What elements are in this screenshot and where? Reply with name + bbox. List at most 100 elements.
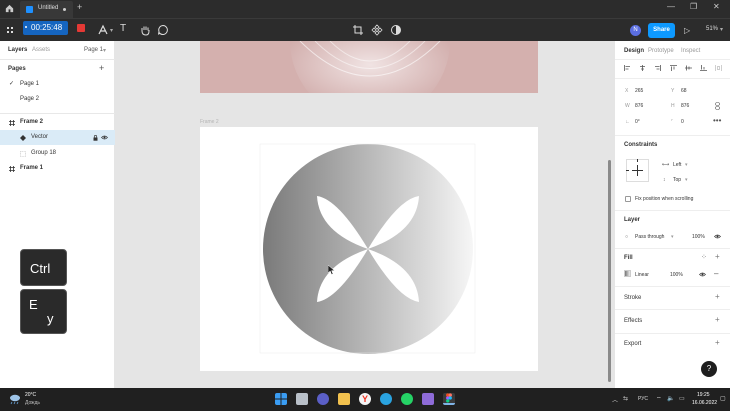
maximize-icon[interactable]: ❐ xyxy=(690,2,697,11)
align-top-icon[interactable] xyxy=(670,65,677,71)
tab-design[interactable]: Design xyxy=(624,48,644,54)
add-export-icon[interactable]: + xyxy=(715,338,720,347)
more-options-icon[interactable]: ••• xyxy=(713,116,721,125)
stop-recording-icon[interactable] xyxy=(77,24,85,32)
key-label: E xyxy=(29,297,38,312)
page-item-label: Page 2 xyxy=(20,96,40,102)
add-fill-icon[interactable]: + xyxy=(715,252,720,261)
layer-row[interactable]: Frame 2 xyxy=(0,115,115,130)
layer-label: Frame 2 xyxy=(20,119,44,125)
align-right-icon[interactable] xyxy=(654,65,661,71)
file-explorer-icon[interactable] xyxy=(338,393,350,405)
constraint-v-select[interactable]: Top xyxy=(673,177,681,183)
text-tool-icon[interactable]: T xyxy=(120,23,132,35)
canvas[interactable]: Frame 2 xyxy=(116,41,614,388)
styles-grid-icon[interactable]: ⁘ xyxy=(701,253,707,261)
distribute-icon[interactable] xyxy=(715,65,722,71)
tab-assets[interactable]: Assets xyxy=(32,47,50,53)
corner-radius-field[interactable]: 0 xyxy=(681,119,684,125)
home-icon[interactable] xyxy=(4,3,15,14)
add-stroke-icon[interactable]: + xyxy=(715,292,720,301)
align-bottom-icon[interactable] xyxy=(700,65,707,71)
chat-icon[interactable] xyxy=(317,393,329,405)
minimize-icon[interactable]: — xyxy=(667,2,675,11)
page-selector[interactable]: Page 1 xyxy=(84,47,103,53)
zoom-dropdown-icon[interactable]: ▾ xyxy=(720,26,723,33)
battery-icon[interactable]: ▭ xyxy=(679,395,685,402)
unsaved-dot-icon xyxy=(63,8,66,11)
volume-icon[interactable]: 🔈 xyxy=(667,395,674,402)
windows-start-icon[interactable] xyxy=(275,393,287,405)
whatsapp-icon[interactable] xyxy=(401,393,413,405)
tab-prototype[interactable]: Prototype xyxy=(648,48,674,54)
layer-row[interactable]: Group 18 xyxy=(0,146,115,161)
eye-icon[interactable] xyxy=(101,135,108,140)
page-item[interactable]: ✓ Page 1 xyxy=(0,77,115,92)
frame-2-label[interactable]: Frame 2 xyxy=(200,119,219,125)
clock-time[interactable]: 19:25 xyxy=(697,392,710,398)
y-field[interactable]: 68 xyxy=(681,88,687,94)
telegram-icon[interactable] xyxy=(380,393,392,405)
vector-artwork[interactable] xyxy=(200,127,538,371)
blend-mode-select[interactable]: Pass through xyxy=(635,234,664,240)
notifications-icon[interactable]: ▢ xyxy=(720,395,726,402)
zoom-level[interactable]: 51% xyxy=(706,26,718,32)
align-center-v-icon[interactable] xyxy=(685,65,692,71)
app-icon[interactable] xyxy=(422,393,434,405)
eye-icon[interactable] xyxy=(714,234,721,239)
lock-icon[interactable] xyxy=(93,135,98,141)
fill-opacity-field[interactable]: 100% xyxy=(670,272,683,278)
layer-row-selected[interactable]: Vector xyxy=(0,130,115,145)
h-field[interactable]: 876 xyxy=(681,103,689,109)
chevron-up-icon[interactable]: ︿ xyxy=(612,395,618,404)
constraint-h-select[interactable]: Left xyxy=(673,162,681,168)
frame-2[interactable] xyxy=(200,127,538,371)
constrain-proportions-icon[interactable] xyxy=(715,102,720,110)
add-page-icon[interactable]: + xyxy=(99,63,104,73)
clock-date[interactable]: 16.06.2022 xyxy=(692,400,717,406)
fill-type[interactable]: Linear xyxy=(635,272,649,278)
tab-layers[interactable]: Layers xyxy=(8,47,27,53)
help-button[interactable]: ? xyxy=(701,361,717,377)
figma-taskbar-icon[interactable] xyxy=(443,393,455,405)
rotation-field[interactable]: 0° xyxy=(635,119,640,125)
page-item-label: Page 1 xyxy=(20,81,40,87)
blend-mode-icon: ○ xyxy=(625,234,629,240)
task-view-icon[interactable] xyxy=(296,393,308,405)
layer-row[interactable]: Frame 1 xyxy=(0,161,115,176)
fill-swatch[interactable] xyxy=(624,270,631,277)
page-item[interactable]: Page 2 xyxy=(0,92,115,107)
yandex-browser-icon[interactable]: Y xyxy=(359,393,371,405)
main-menu-icon[interactable] xyxy=(4,24,16,36)
avatar[interactable]: N xyxy=(630,25,641,36)
contrast-icon[interactable] xyxy=(390,24,402,36)
add-effect-icon[interactable]: + xyxy=(715,315,720,324)
wifi-icon[interactable]: ⌔ xyxy=(656,395,662,403)
x-field[interactable]: 265 xyxy=(635,88,643,94)
layer-opacity-field[interactable]: 100% xyxy=(692,234,705,240)
crop-icon[interactable] xyxy=(352,24,364,36)
hand-tool-icon[interactable] xyxy=(139,24,151,36)
new-tab-icon[interactable]: + xyxy=(77,2,82,12)
constraints-widget[interactable] xyxy=(626,159,649,182)
w-field[interactable]: 876 xyxy=(635,103,643,109)
weather-temp[interactable]: 20°C xyxy=(25,392,36,398)
close-icon[interactable]: ✕ xyxy=(713,2,720,11)
align-left-icon[interactable] xyxy=(624,65,631,71)
align-center-h-icon[interactable] xyxy=(639,65,646,71)
file-tab[interactable]: Untitled xyxy=(20,1,73,18)
weather-text[interactable]: Дождь xyxy=(25,400,40,406)
tray-icon[interactable]: ⇆ xyxy=(623,395,628,402)
pen-tool-icon[interactable] xyxy=(97,24,109,36)
remove-fill-icon[interactable]: – xyxy=(714,269,718,278)
canvas-scrollbar[interactable] xyxy=(608,160,611,382)
fix-position-checkbox[interactable] xyxy=(625,196,631,202)
tab-inspect[interactable]: Inspect xyxy=(681,48,700,54)
share-button[interactable]: Share xyxy=(648,23,675,38)
component-icon[interactable] xyxy=(371,24,383,36)
eye-icon[interactable] xyxy=(699,272,706,277)
present-icon[interactable]: ▷ xyxy=(684,26,690,35)
frame-1[interactable] xyxy=(200,41,538,93)
comment-tool-icon[interactable] xyxy=(157,24,169,36)
language-indicator[interactable]: РУС xyxy=(638,396,648,402)
